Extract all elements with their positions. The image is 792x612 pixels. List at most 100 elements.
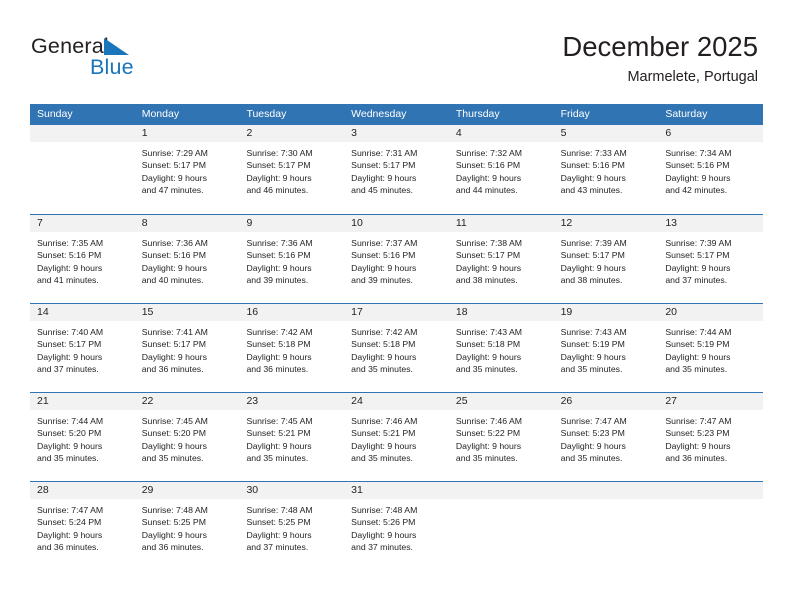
- sunset-time: Sunset: 5:20 PM: [37, 428, 102, 439]
- sunrise-time: Sunrise: 7:45 AM: [246, 416, 313, 426]
- daylight-duration-line2: and 41 minutes.: [37, 275, 99, 286]
- day-number: 30: [239, 482, 345, 499]
- sunrise-time: Sunrise: 7:29 AM: [141, 148, 208, 158]
- daylight-duration-line2: and 47 minutes.: [141, 185, 204, 196]
- sunset-time: Sunset: 5:18 PM: [351, 339, 416, 350]
- logo-text-blue: Blue: [90, 55, 134, 79]
- daylight-duration-line1: Daylight: 9 hours: [351, 172, 417, 183]
- day-cell[interactable]: 25 Sunrise: 7:46 AM Sunset: 5:22 PM Dayligh…: [448, 393, 554, 481]
- daylight-duration-line1: Daylight: 9 hours: [560, 172, 626, 183]
- general-blue-logo[interactable]: General Blue: [31, 34, 221, 92]
- calendar-week-row: 21 Sunrise: 7:44 AM Sunset: 5:20 PM Dayligh…: [30, 392, 764, 481]
- sunset-time: Sunset: 5:17 PM: [560, 250, 625, 261]
- day-cell[interactable]: 14 Sunrise: 7:40 AM Sunset: 5:17 PM Dayligh…: [30, 304, 135, 392]
- sunrise-time: Sunrise: 7:41 AM: [141, 327, 208, 337]
- day-cell[interactable]: 15 Sunrise: 7:41 AM Sunset: 5:17 PM Dayligh…: [134, 304, 240, 392]
- day-cell[interactable]: 10 Sunrise: 7:37 AM Sunset: 5:16 PM Dayligh…: [344, 215, 449, 303]
- sunset-time: Sunset: 5:17 PM: [246, 160, 311, 171]
- day-number: [30, 125, 135, 142]
- weekday-header-sunday: Sunday: [37, 108, 73, 120]
- sunset-time: Sunset: 5:16 PM: [351, 250, 416, 261]
- sunset-time: Sunset: 5:25 PM: [246, 517, 311, 528]
- day-cell[interactable]: 3 Sunrise: 7:31 AM Sunset: 5:17 PM Daylight…: [344, 125, 449, 214]
- day-sun-info: Sunrise: 7:38 AM Sunset: 5:17 PM Daylight:…: [449, 232, 554, 287]
- sunrise-time: Sunrise: 7:48 AM: [246, 505, 313, 515]
- day-cell[interactable]: 17 Sunrise: 7:42 AM Sunset: 5:18 PM Dayligh…: [344, 304, 449, 392]
- day-cell[interactable]: 2 Sunrise: 7:30 AM Sunset: 5:17 PM Daylight…: [239, 125, 345, 214]
- daylight-duration-line1: Daylight: 9 hours: [665, 262, 731, 273]
- day-cell[interactable]: 28 Sunrise: 7:47 AM Sunset: 5:24 PM Dayligh…: [30, 482, 135, 570]
- day-cell[interactable]: 19 Sunrise: 7:43 AM Sunset: 5:19 PM Dayligh…: [553, 304, 659, 392]
- day-sun-info: Sunrise: 7:47 AM Sunset: 5:23 PM Daylight:…: [658, 410, 763, 465]
- daylight-duration-line2: and 35 minutes.: [351, 364, 413, 375]
- day-cell[interactable]: 1 Sunrise: 7:29 AM Sunset: 5:17 PM Daylight…: [134, 125, 240, 214]
- day-cell[interactable]: 9 Sunrise: 7:36 AM Sunset: 5:16 PM Daylight…: [239, 215, 345, 303]
- location-subtitle: Marmelete, Portugal: [627, 68, 758, 85]
- day-cell[interactable]: 12 Sunrise: 7:39 AM Sunset: 5:17 PM Dayligh…: [553, 215, 659, 303]
- day-cell[interactable]: 22 Sunrise: 7:45 AM Sunset: 5:20 PM Dayligh…: [134, 393, 240, 481]
- daylight-duration-line1: Daylight: 9 hours: [665, 440, 731, 451]
- day-sun-info: Sunrise: 7:33 AM Sunset: 5:16 PM Daylight:…: [554, 142, 659, 197]
- day-cell[interactable]: 4 Sunrise: 7:32 AM Sunset: 5:16 PM Daylight…: [448, 125, 554, 214]
- daylight-duration-line1: Daylight: 9 hours: [560, 440, 626, 451]
- day-cell[interactable]: 31 Sunrise: 7:48 AM Sunset: 5:26 PM Dayligh…: [344, 482, 449, 570]
- day-number: 6: [658, 125, 764, 142]
- weekday-header-saturday: Saturday: [665, 108, 708, 120]
- sunrise-time: Sunrise: 7:39 AM: [560, 238, 627, 248]
- daylight-duration-line2: and 35 minutes.: [665, 364, 728, 375]
- day-sun-info: Sunrise: 7:35 AM Sunset: 5:16 PM Daylight:…: [30, 232, 135, 287]
- day-cell[interactable]: 23 Sunrise: 7:45 AM Sunset: 5:21 PM Dayligh…: [239, 393, 345, 481]
- day-cell[interactable]: 13 Sunrise: 7:39 AM Sunset: 5:17 PM Dayligh…: [658, 215, 764, 303]
- sunset-time: Sunset: 5:17 PM: [37, 339, 102, 350]
- day-number: 17: [344, 304, 449, 321]
- sunset-time: Sunset: 5:17 PM: [141, 339, 206, 350]
- daylight-duration-line1: Daylight: 9 hours: [665, 351, 731, 362]
- day-cell[interactable]: 30 Sunrise: 7:48 AM Sunset: 5:25 PM Dayligh…: [239, 482, 345, 570]
- sunset-time: Sunset: 5:17 PM: [141, 160, 206, 171]
- sunset-time: Sunset: 5:23 PM: [665, 428, 730, 439]
- sunset-time: Sunset: 5:23 PM: [560, 428, 625, 439]
- day-number: 15: [134, 304, 240, 321]
- day-cell[interactable]: 5 Sunrise: 7:33 AM Sunset: 5:16 PM Daylight…: [553, 125, 659, 214]
- day-cell[interactable]: 6 Sunrise: 7:34 AM Sunset: 5:16 PM Daylight…: [658, 125, 764, 214]
- day-cell-empty: [553, 482, 659, 570]
- sunset-time: Sunset: 5:18 PM: [455, 339, 521, 350]
- daylight-duration-line2: and 35 minutes.: [455, 364, 518, 375]
- sunset-time: Sunset: 5:18 PM: [246, 339, 311, 350]
- sunrise-time: Sunrise: 7:44 AM: [37, 416, 104, 426]
- day-cell[interactable]: 11 Sunrise: 7:38 AM Sunset: 5:17 PM Dayligh…: [448, 215, 554, 303]
- daylight-duration-line1: Daylight: 9 hours: [665, 172, 731, 183]
- sunrise-time: Sunrise: 7:47 AM: [37, 505, 104, 515]
- daylight-duration-line1: Daylight: 9 hours: [37, 529, 103, 540]
- day-cell[interactable]: 8 Sunrise: 7:36 AM Sunset: 5:16 PM Daylight…: [134, 215, 240, 303]
- day-cell[interactable]: 27 Sunrise: 7:47 AM Sunset: 5:23 PM Dayligh…: [658, 393, 764, 481]
- day-number: 12: [553, 215, 659, 232]
- sunset-time: Sunset: 5:16 PM: [560, 160, 625, 171]
- sunrise-time: Sunrise: 7:43 AM: [455, 327, 523, 337]
- day-cell[interactable]: 20 Sunrise: 7:44 AM Sunset: 5:19 PM Dayligh…: [658, 304, 764, 392]
- day-cell[interactable]: 7 Sunrise: 7:35 AM Sunset: 5:16 PM Daylight…: [30, 215, 135, 303]
- daylight-duration-line1: Daylight: 9 hours: [455, 440, 522, 451]
- daylight-duration-line1: Daylight: 9 hours: [455, 262, 522, 273]
- day-cell[interactable]: 21 Sunrise: 7:44 AM Sunset: 5:20 PM Dayligh…: [30, 393, 135, 481]
- daylight-duration-line1: Daylight: 9 hours: [141, 440, 207, 451]
- day-number: 4: [448, 125, 554, 142]
- day-sun-info: Sunrise: 7:47 AM Sunset: 5:23 PM Daylight:…: [554, 410, 659, 465]
- day-cell[interactable]: 29 Sunrise: 7:48 AM Sunset: 5:25 PM Dayligh…: [134, 482, 240, 570]
- day-sun-info: Sunrise: 7:36 AM Sunset: 5:16 PM Daylight:…: [135, 232, 240, 287]
- sunset-time: Sunset: 5:19 PM: [665, 339, 730, 350]
- sunset-time: Sunset: 5:17 PM: [665, 250, 730, 261]
- day-sun-info: Sunrise: 7:41 AM Sunset: 5:17 PM Daylight:…: [135, 321, 240, 376]
- day-sun-info: Sunrise: 7:40 AM Sunset: 5:17 PM Daylight:…: [30, 321, 135, 376]
- daylight-duration-line2: and 46 minutes.: [246, 185, 309, 196]
- day-cell[interactable]: 24 Sunrise: 7:46 AM Sunset: 5:21 PM Dayligh…: [344, 393, 449, 481]
- day-cell[interactable]: 18 Sunrise: 7:43 AM Sunset: 5:18 PM Dayligh…: [448, 304, 554, 392]
- daylight-duration-line1: Daylight: 9 hours: [455, 351, 522, 362]
- daylight-duration-line2: and 37 minutes.: [665, 275, 728, 286]
- day-cell[interactable]: 16 Sunrise: 7:42 AM Sunset: 5:18 PM Dayligh…: [239, 304, 345, 392]
- day-cell[interactable]: 26 Sunrise: 7:47 AM Sunset: 5:23 PM Dayligh…: [553, 393, 659, 481]
- sunrise-time: Sunrise: 7:36 AM: [246, 238, 313, 248]
- weekday-header-friday: Friday: [560, 108, 590, 120]
- sunset-time: Sunset: 5:24 PM: [37, 517, 102, 528]
- day-number: 7: [30, 215, 135, 232]
